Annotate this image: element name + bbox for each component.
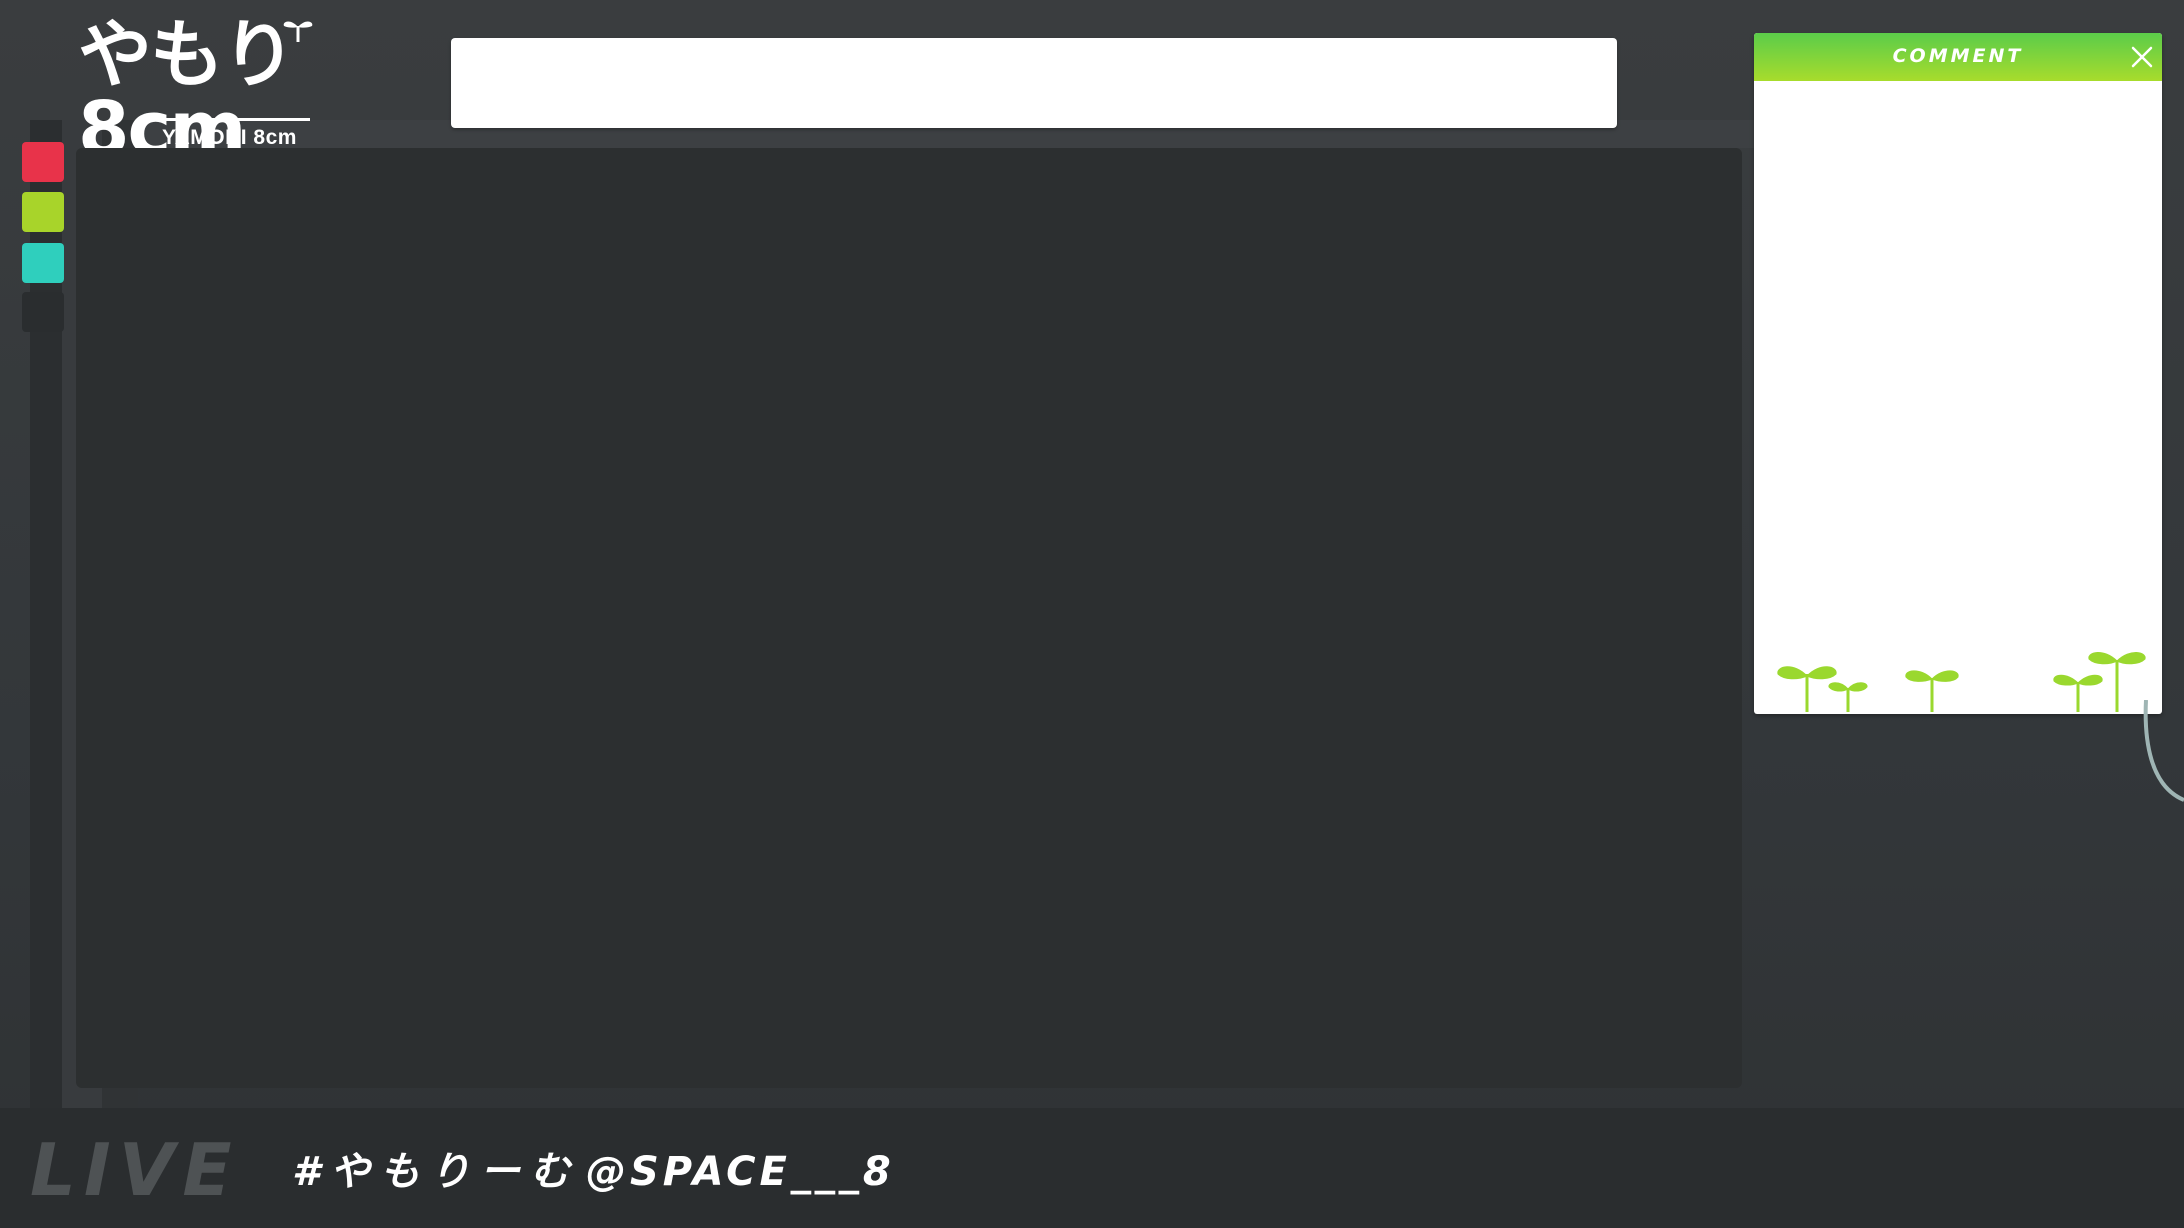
logo: やもり8cm YAMORI 8cm bbox=[70, 10, 400, 166]
swatch-red bbox=[22, 142, 64, 182]
swatch-teal bbox=[22, 243, 64, 283]
cable-decoration bbox=[2143, 700, 2184, 802]
comment-title: COMMENT bbox=[1892, 45, 2024, 67]
logo-sub-text: YAMORI 8cm bbox=[162, 126, 297, 149]
logo-underline bbox=[165, 118, 310, 121]
live-label: LIVE bbox=[30, 1128, 240, 1212]
swatch-lime bbox=[22, 192, 64, 232]
swatch-dark bbox=[22, 292, 64, 332]
sprout-icon bbox=[283, 21, 313, 42]
sprouts-decoration bbox=[1777, 652, 2146, 712]
comment-header: COMMENT bbox=[1754, 33, 2162, 81]
main-game-view bbox=[76, 148, 1742, 1088]
handle-text: @SPACE___8 bbox=[586, 1149, 895, 1195]
hashtag-text: #やもりーむ bbox=[292, 1149, 580, 1195]
close-icon[interactable] bbox=[2128, 43, 2156, 71]
comment-panel: COMMENT bbox=[1754, 33, 2162, 714]
title-bar bbox=[451, 38, 1617, 128]
comment-list bbox=[1754, 81, 2162, 641]
